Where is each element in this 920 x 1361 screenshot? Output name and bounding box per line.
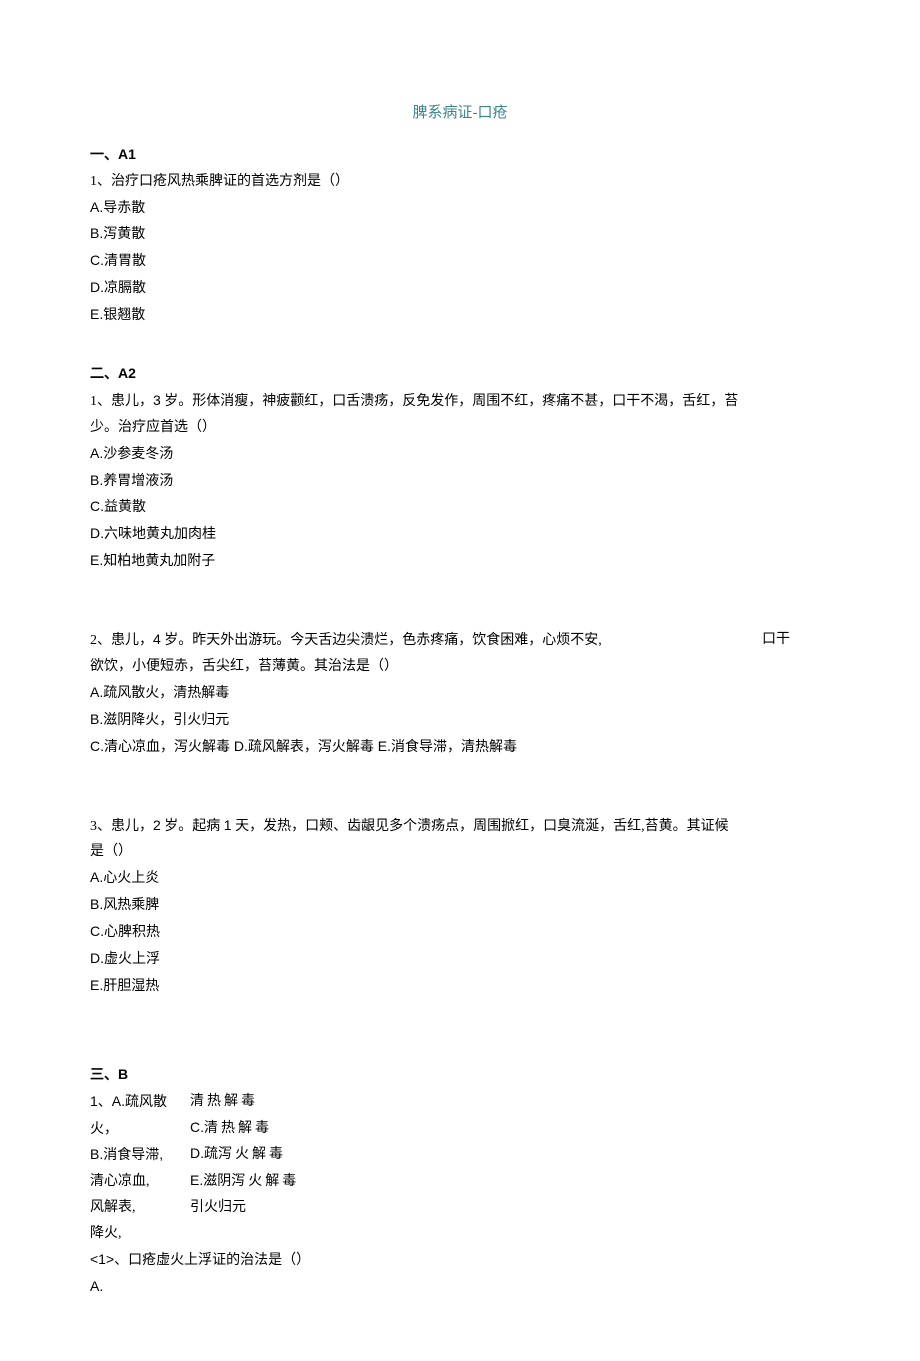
a2-q1-optE: E.知柏地黄丸加附子 [90, 548, 830, 575]
a2-q2-l1a: 2、患儿， [90, 633, 153, 648]
b-rightA: 清热解毒 [190, 1089, 299, 1115]
a1-q1-optC-text: C.清胃散 [90, 252, 146, 268]
a1-q1-stem: 1、治疗口疮风热乘脾证的首选方剂是（） [90, 169, 830, 195]
section-b-cn: 三、 [90, 1068, 118, 1083]
b-sub1-text: <1>、口疮虚火上浮证的治法是（） [90, 1251, 310, 1267]
a2-q3-optB-text: B.风热乘脾 [90, 896, 159, 912]
b-leftE: 降火, [90, 1221, 190, 1247]
section-a1-header: 一、A1 [90, 142, 830, 169]
a2-q3-l1d: 1 [224, 817, 232, 833]
b-subA-text: A. [90, 1278, 103, 1294]
a2-q2-optCDE-text: C.清心凉血，泻火解毒 D.疏风解表，泻火解毒 E.消食导滞，清热解毒 [90, 738, 517, 754]
b-subA: A. [90, 1274, 830, 1301]
a2-q1-optA: A.沙参麦冬汤 [90, 441, 830, 468]
a2-q3-line1: 3、患儿，2 岁。起病 1 天，发热，口颊、齿龈见多个溃疡点，周围掀红，口臭流涎… [90, 813, 830, 840]
b-sub1: <1>、口疮虚火上浮证的治法是（） [90, 1247, 830, 1274]
a2-q2-l1c: 岁。昨天外出游玩。今天舌边尖溃烂，色赤疼痛，饮食困难，心烦不安, [161, 633, 602, 648]
a2-q2-l1d: 口干 [762, 627, 830, 654]
a2-q1-optD-text: D.六味地黄丸加肉桂 [90, 525, 216, 541]
a2-q1-optB-text: B.养胃增液汤 [90, 472, 173, 488]
b-rightD-text: 泻火解毒 [231, 1174, 299, 1189]
b-rightC-pre: D.疏 [190, 1145, 218, 1161]
b-rightE: 引火归元 [190, 1195, 299, 1221]
b-rightD: E.滋阴泻火解毒 [190, 1168, 299, 1195]
a2-q3-optE: E.肝胆湿热 [90, 973, 830, 1000]
section-b-en: B [118, 1066, 128, 1082]
b-rightB-pre: C. [190, 1119, 204, 1135]
b-leftB: B.消食导滞, [90, 1142, 190, 1169]
section-b-header: 三、B [90, 1062, 830, 1089]
b-rightD-pre: E.滋阴 [190, 1172, 231, 1188]
a2-q2-optB: B.滋阴降火，引火归元 [90, 707, 830, 734]
a1-q1-optB-text: B.泻黄散 [90, 225, 145, 241]
a2-q3-l1c: 岁。起病 [161, 819, 224, 834]
a2-q1-line2: 少。治疗应首选（） [90, 415, 830, 441]
a2-q3-optB: B.风热乘脾 [90, 892, 830, 919]
a2-q2-line2: 欲饮，小便短赤，舌尖红，苔薄黄。其治法是（） [90, 654, 830, 680]
a2-q1-optB: B.养胃增液汤 [90, 468, 830, 495]
b-leftA: 1、A.疏风散火， [90, 1089, 190, 1143]
a1-q1-optC: C.清胃散 [90, 248, 830, 275]
page-title: 脾系病证-口疮 [90, 100, 830, 128]
a2-q3-l1b: 2 [153, 817, 161, 833]
a1-q1-optD-text: D.凉膈散 [90, 279, 146, 295]
a2-q2-line1: 2、患儿，4 岁。昨天外出游玩。今天舌边尖溃烂，色赤疼痛，饮食困难，心烦不安, … [90, 627, 830, 654]
b-leftD: 风解表, [90, 1195, 190, 1221]
section-a1-en: A1 [118, 146, 136, 162]
a2-q3-line2: 是（） [90, 839, 830, 865]
section-a2-en: A2 [118, 365, 136, 381]
b-rightB: C.清热解毒 [190, 1115, 299, 1142]
a1-q1-optB: B.泻黄散 [90, 221, 830, 248]
a2-q3-optA-text: A.心火上炎 [90, 869, 159, 885]
a2-q3-l1e: 天，发热，口颊、齿龈见多个溃疡点，周围掀红，口臭流涎，舌红,苔黄。其证候 [232, 819, 729, 834]
a2-q1-optC-text: C.益黄散 [90, 498, 146, 514]
a2-q3-optC-text: C.心脾积热 [90, 923, 160, 939]
a1-q1-optD: D.凉膈散 [90, 275, 830, 302]
section-b-options: 1、A.疏风散火， B.消食导滞, 清心凉血, 风解表, 降火, 清热解毒 C.… [90, 1089, 830, 1247]
section-a2-cn: 二、 [90, 367, 118, 382]
a2-q2-optB-text: B.滋阴降火，引火归元 [90, 711, 229, 727]
a2-q3-optA: A.心火上炎 [90, 865, 830, 892]
a2-q3-l1a: 3、患儿， [90, 819, 153, 834]
a2-q3-optD-text: D.虚火上浮 [90, 950, 160, 966]
b-leftA-text: 1、A.疏风散火， [90, 1093, 167, 1136]
a2-q3-optD: D.虚火上浮 [90, 946, 830, 973]
a2-q1-optD: D.六味地黄丸加肉桂 [90, 521, 830, 548]
a1-q1-optA: A.导赤散 [90, 195, 830, 222]
b-leftB-text: B.消食导滞, [90, 1146, 163, 1162]
a2-q2-optCDE: C.清心凉血，泻火解毒 D.疏风解表，泻火解毒 E.消食导滞，清热解毒 [90, 734, 830, 761]
a2-q2-optA: A.疏风散火，清热解毒 [90, 680, 830, 707]
a2-q2-optA-text: A.疏风散火，清热解毒 [90, 684, 229, 700]
a1-q1-optE-text: E.银翘散 [90, 306, 145, 322]
section-a2-header: 二、A2 [90, 361, 830, 388]
a2-q1-optA-text: A.沙参麦冬汤 [90, 445, 173, 461]
a2-q3-optE-text: E.肝胆湿热 [90, 977, 159, 993]
a2-q1-line1: 1、患儿，3 岁。形体消瘦，神疲颧红，口舌溃疡，反免发作，周围不红，疼痛不甚，口… [90, 388, 830, 415]
a2-q3-optC: C.心脾积热 [90, 919, 830, 946]
a2-q1-l1b: 3 [153, 392, 161, 408]
a1-q1-optE: E.银翘散 [90, 302, 830, 329]
b-rightB-text: 清热解毒 [204, 1121, 272, 1136]
page: 脾系病证-口疮 一、A1 1、治疗口疮风热乘脾证的首选方剂是（） A.导赤散 B… [0, 0, 920, 1361]
a2-q1-l1a: 1、患儿， [90, 394, 153, 409]
a2-q1-optE-text: E.知柏地黄丸加附子 [90, 552, 215, 568]
b-rightC-text: 泻火解毒 [218, 1147, 286, 1162]
b-leftC: 清心凉血, [90, 1169, 190, 1195]
a2-q1-optC: C.益黄散 [90, 494, 830, 521]
a2-q2-l1b: 4 [153, 631, 161, 647]
b-rightC: D.疏泻火解毒 [190, 1141, 299, 1168]
a2-q1-l1c: 岁。形体消瘦，神疲颧红，口舌溃疡，反免发作，周围不红，疼痛不甚，口干不渴，舌红，… [161, 394, 739, 409]
section-a1-cn: 一、 [90, 148, 118, 163]
a1-q1-optA-text: A.导赤散 [90, 199, 145, 215]
